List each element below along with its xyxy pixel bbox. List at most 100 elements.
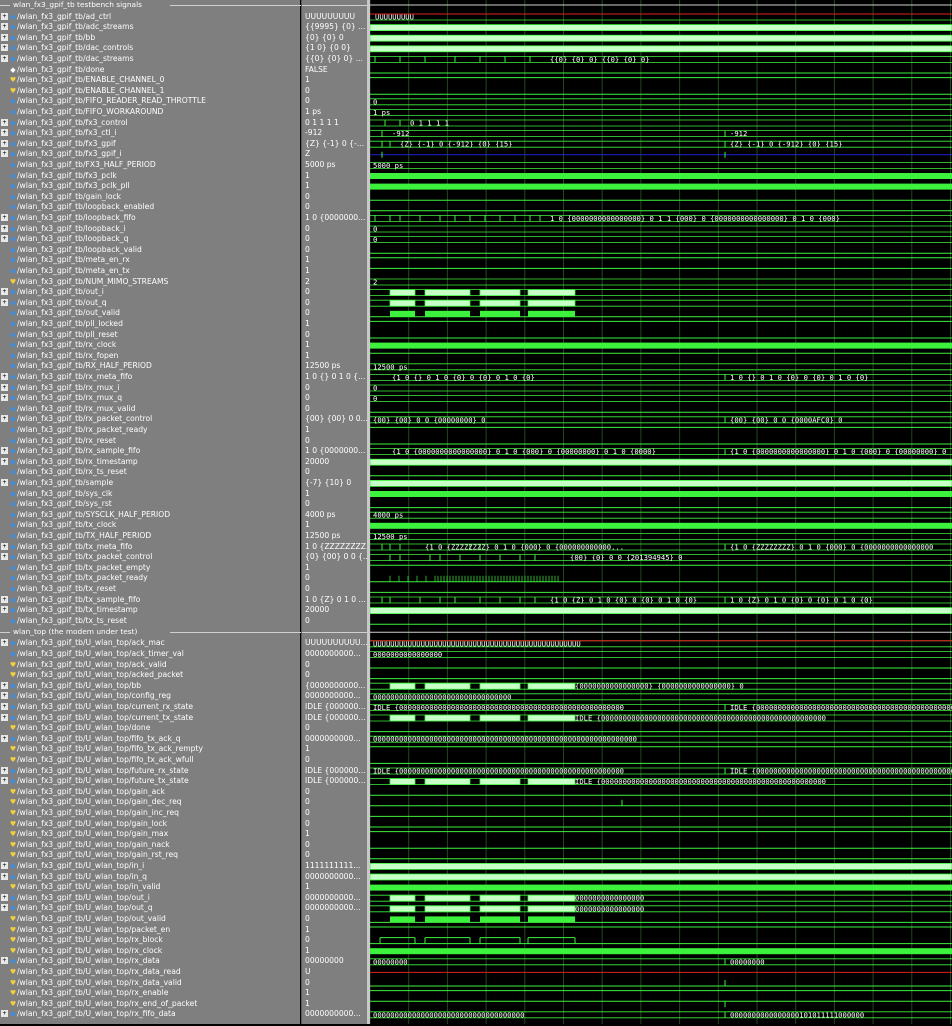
signal-row[interactable]: + ◆/wlan_fx3_gpif_tb/U_wlan_top/out_q (0, 903, 300, 914)
expand-icon[interactable]: + (1, 235, 8, 243)
signal-row[interactable]: + ◆/wlan_fx3_gpif_tb/fx3_gpif (0, 139, 300, 150)
expand-icon[interactable]: + (1, 23, 8, 31)
signal-row[interactable]: ◆/wlan_fx3_gpif_tb/U_wlan_top/ack_timer_… (0, 649, 300, 660)
signal-row[interactable]: + ◆/wlan_fx3_gpif_tb/out_q (0, 298, 300, 309)
signal-row[interactable]: ◆/wlan_fx3_gpif_tb/rx_reset (0, 436, 300, 447)
signal-row[interactable]: + ◆/wlan_fx3_gpif_tb/fx3_gpif_i (0, 149, 300, 160)
signal-row[interactable]: + ◆/wlan_fx3_gpif_tb/tx_meta_fifo (0, 542, 300, 553)
signal-row[interactable]: ◆/wlan_fx3_gpif_tb/fx3_pclk (0, 171, 300, 182)
expand-icon[interactable]: + (1, 893, 8, 901)
signal-row[interactable]: + ◆/wlan_fx3_gpif_tb/U_wlan_top/bb (0, 681, 300, 692)
signal-row[interactable]: + ◆/wlan_fx3_gpif_tb/U_wlan_top/fifo_tx_a… (0, 734, 300, 745)
expand-icon[interactable]: + (1, 33, 8, 41)
signal-row[interactable]: + ◆/wlan_fx3_gpif_tb/sample (0, 478, 300, 489)
signal-row[interactable]: ◆/wlan_fx3_gpif_tb/FIFO_READER_READ_THRO… (0, 96, 300, 107)
signal-row[interactable]: + ◆/wlan_fx3_gpif_tb/U_wlan_top/rx_data (0, 956, 300, 967)
signal-row[interactable]: ◆/wlan_fx3_gpif_tb/meta_en_tx (0, 266, 300, 277)
expand-icon[interactable]: + (1, 542, 8, 550)
signal-row[interactable]: ♥/wlan_fx3_gpif_tb/U_wlan_top/gain_inc_r… (0, 808, 300, 819)
signal-row[interactable]: ♥/wlan_fx3_gpif_tb/ENABLE_CHANNEL_0 (0, 75, 300, 86)
signal-row[interactable]: ◆/wlan_fx3_gpif_tb/tx_clock (0, 520, 300, 531)
signal-row[interactable]: + ◆/wlan_fx3_gpif_tb/U_wlan_top/future_tx… (0, 776, 300, 787)
group-header-dut[interactable]: wlan_top (the modem under test) (0, 627, 370, 637)
signal-row[interactable]: ♥/wlan_fx3_gpif_tb/U_wlan_top/in_valid (0, 882, 300, 893)
expand-icon[interactable]: + (1, 1010, 8, 1018)
signal-row[interactable]: ◆/wlan_fx3_gpif_tb/loopback_enabled (0, 202, 300, 213)
signal-row[interactable]: ◆/wlan_fx3_gpif_tb/out_valid (0, 308, 300, 319)
waveform-pane[interactable]: UUUUUUUUU {{0} {0} 0} {{0} {0} 0} 0 1 ps 0 1… (369, 0, 952, 1024)
signal-row[interactable]: ◆/wlan_fx3_gpif_tb/pll_reset (0, 330, 300, 341)
signal-row[interactable]: ◆/wlan_fx3_gpif_tb/done (0, 65, 300, 76)
signal-row[interactable]: ♥/wlan_fx3_gpif_tb/U_wlan_top/gain_dec_r… (0, 797, 300, 808)
expand-icon[interactable]: + (1, 957, 8, 965)
signal-row[interactable]: ♥/wlan_fx3_gpif_tb/U_wlan_top/packet_en (0, 925, 300, 936)
expand-icon[interactable]: + (1, 734, 8, 742)
signal-row[interactable]: + ◆/wlan_fx3_gpif_tb/fx3_ctl_i (0, 128, 300, 139)
signal-row[interactable]: ♥/wlan_fx3_gpif_tb/U_wlan_top/fifo_tx_ac… (0, 755, 300, 766)
expand-icon[interactable]: + (1, 383, 8, 391)
signal-row[interactable]: + ◆/wlan_fx3_gpif_tb/rx_meta_fifo (0, 372, 300, 383)
signal-row[interactable]: ◆/wlan_fx3_gpif_tb/tx_ts_reset (0, 616, 300, 627)
signal-row[interactable]: ♥/wlan_fx3_gpif_tb/U_wlan_top/out_valid (0, 914, 300, 925)
expand-icon[interactable]: + (1, 118, 8, 126)
signal-row[interactable]: + ◆/wlan_fx3_gpif_tb/fx3_control (0, 118, 300, 129)
signal-row[interactable]: ◆/wlan_fx3_gpif_tb/meta_en_rx (0, 255, 300, 266)
expand-icon[interactable]: + (1, 288, 8, 296)
expand-icon[interactable]: + (1, 861, 8, 869)
signal-row[interactable]: ◆/wlan_fx3_gpif_tb/tx_packet_ready (0, 573, 300, 584)
expand-icon[interactable]: + (1, 692, 8, 700)
signal-row[interactable]: + ◆/wlan_fx3_gpif_tb/rx_timestamp (0, 457, 300, 468)
signal-row[interactable]: + ◆/wlan_fx3_gpif_tb/rx_mux_q (0, 393, 300, 404)
expand-icon[interactable]: + (1, 213, 8, 221)
signal-row[interactable]: ♥/wlan_fx3_gpif_tb/U_wlan_top/rx_clock (0, 946, 300, 957)
signal-row[interactable]: ♥/wlan_fx3_gpif_tb/U_wlan_top/gain_ack (0, 787, 300, 798)
signal-row[interactable]: ◆/wlan_fx3_gpif_tb/rx_mux_valid (0, 404, 300, 415)
expand-icon[interactable]: + (1, 447, 8, 455)
expand-icon[interactable]: + (1, 639, 8, 647)
signal-row[interactable]: ◆/wlan_fx3_gpif_tb/pll_locked (0, 319, 300, 330)
signal-row[interactable]: ◆/wlan_fx3_gpif_tb/tx_reset (0, 584, 300, 595)
signal-row[interactable]: ♥/wlan_fx3_gpif_tb/U_wlan_top/gain_rst_r… (0, 850, 300, 861)
signal-row[interactable]: + ◆/wlan_fx3_gpif_tb/U_wlan_top/out_i (0, 893, 300, 904)
expand-icon[interactable]: + (1, 681, 8, 689)
expand-icon[interactable]: + (1, 394, 8, 402)
signal-row[interactable]: ◆/wlan_fx3_gpif_tb/loopback_valid (0, 245, 300, 256)
signal-row[interactable]: ◆/wlan_fx3_gpif_tb/RX_HALF_PERIOD (0, 361, 300, 372)
signal-row[interactable]: ♥/wlan_fx3_gpif_tb/NUM_MIMO_STREAMS (0, 277, 300, 288)
signal-row[interactable]: ◆/wlan_fx3_gpif_tb/rx_ts_reset (0, 467, 300, 478)
signal-row[interactable]: + ◆/wlan_fx3_gpif_tb/U_wlan_top/in_i (0, 861, 300, 872)
signal-row[interactable]: + ◆/wlan_fx3_gpif_tb/out_i (0, 287, 300, 298)
signal-row[interactable]: + ◆/wlan_fx3_gpif_tb/rx_mux_i (0, 383, 300, 394)
expand-icon[interactable]: + (1, 54, 8, 62)
signal-row[interactable]: ◆/wlan_fx3_gpif_tb/fx3_pclk_pll (0, 181, 300, 192)
expand-icon[interactable]: + (1, 872, 8, 880)
expand-icon[interactable]: + (1, 224, 8, 232)
signal-row[interactable]: ◆/wlan_fx3_gpif_tb/tx_packet_empty (0, 563, 300, 574)
expand-icon[interactable]: + (1, 298, 8, 306)
signal-row[interactable]: + ◆/wlan_fx3_gpif_tb/loopback_i (0, 224, 300, 235)
expand-icon[interactable]: + (1, 150, 8, 158)
signal-row[interactable]: + ◆/wlan_fx3_gpif_tb/loopback_q (0, 234, 300, 245)
signal-row[interactable]: ◆/wlan_fx3_gpif_tb/rx_fopen (0, 351, 300, 362)
signal-row[interactable]: + ◆/wlan_fx3_gpif_tb/dac_controls (0, 43, 300, 54)
signal-row[interactable]: ♥/wlan_fx3_gpif_tb/U_wlan_top/fifo_tx_ac… (0, 744, 300, 755)
signal-row[interactable]: ♥/wlan_fx3_gpif_tb/U_wlan_top/gain_max (0, 829, 300, 840)
signal-row[interactable]: ◆/wlan_fx3_gpif_tb/rx_packet_ready (0, 425, 300, 436)
expand-icon[interactable]: + (1, 44, 8, 52)
signal-row[interactable]: ◆/wlan_fx3_gpif_tb/FX3_HALF_PERIOD (0, 160, 300, 171)
signal-row[interactable]: + ◆/wlan_fx3_gpif_tb/U_wlan_top/ack_mac (0, 638, 300, 649)
signal-row[interactable]: + ◆/wlan_fx3_gpif_tb/U_wlan_top/future_rx… (0, 766, 300, 777)
signal-row[interactable]: ◆/wlan_fx3_gpif_tb/FIFO_WORKAROUND (0, 107, 300, 118)
expand-icon[interactable]: + (1, 713, 8, 721)
expand-icon[interactable]: + (1, 777, 8, 785)
expand-icon[interactable]: + (1, 129, 8, 137)
signal-row[interactable]: ♥/wlan_fx3_gpif_tb/U_wlan_top/rx_data_re… (0, 967, 300, 978)
signal-row[interactable]: ♥/wlan_fx3_gpif_tb/U_wlan_top/rx_block (0, 935, 300, 946)
expand-icon[interactable]: + (1, 595, 8, 603)
signal-row[interactable]: + ◆/wlan_fx3_gpif_tb/U_wlan_top/config_re… (0, 691, 300, 702)
signal-row[interactable]: + ◆/wlan_fx3_gpif_tb/U_wlan_top/current_t… (0, 713, 300, 724)
signal-row[interactable]: + ◆/wlan_fx3_gpif_tb/U_wlan_top/current_r… (0, 702, 300, 713)
signal-row[interactable]: + ◆/wlan_fx3_gpif_tb/U_wlan_top/in_q (0, 872, 300, 883)
signal-row[interactable]: ♥/wlan_fx3_gpif_tb/U_wlan_top/rx_enable (0, 988, 300, 999)
signal-row[interactable]: ♥/wlan_fx3_gpif_tb/U_wlan_top/acked_pack… (0, 670, 300, 681)
